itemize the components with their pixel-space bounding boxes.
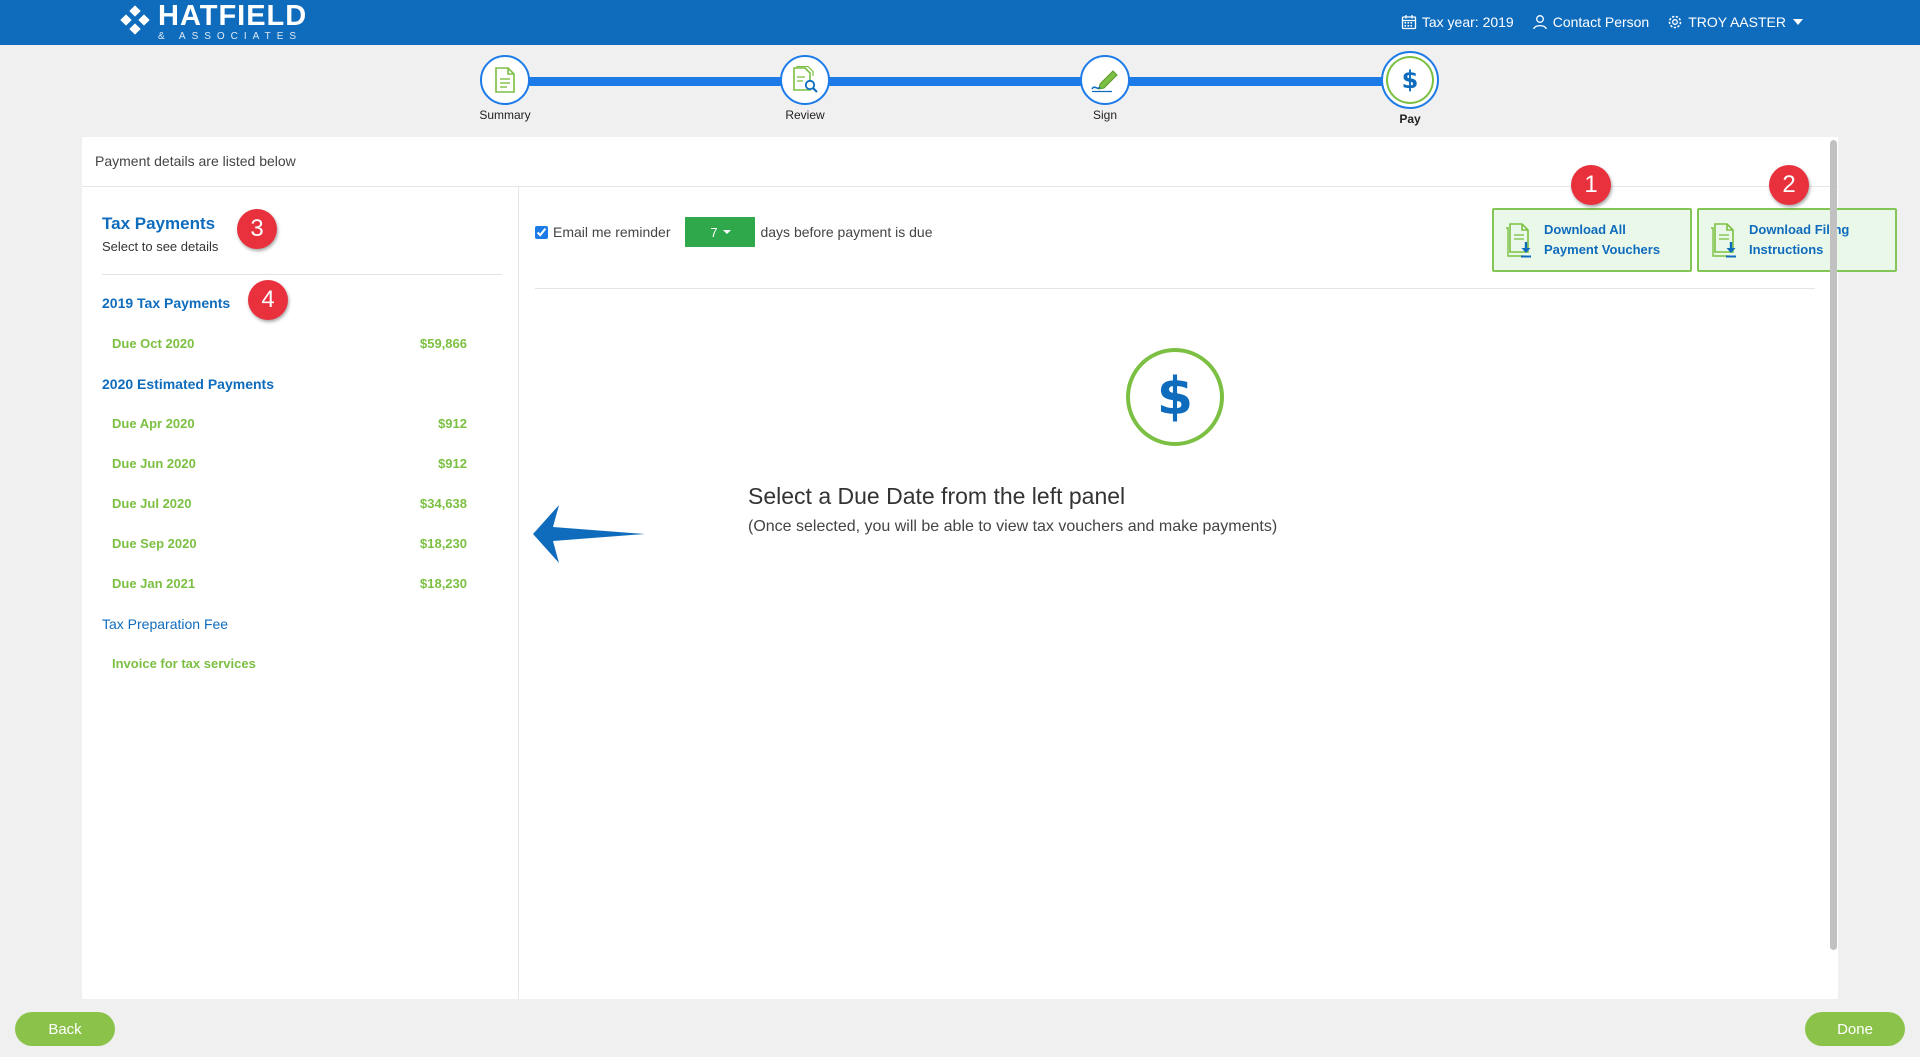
user-name: TROY AASTER [1688, 13, 1786, 30]
reminder-days-value: 7 [710, 224, 718, 240]
user-menu[interactable]: TROY AASTER [1667, 14, 1803, 30]
logo[interactable]: HATFIELD & ASSOCIATES [118, 2, 307, 42]
invoice-label: Invoice for tax services [112, 656, 256, 671]
step-review[interactable]: Review [755, 55, 855, 122]
payment-amount: $59,866 [420, 336, 467, 351]
payment-amount: $912 [438, 456, 467, 471]
gear-icon [1668, 15, 1682, 28]
payment-item-jul-2020[interactable]: Due Jul 2020 $34,638 [112, 496, 467, 511]
step-pay[interactable]: $ Pay [1360, 51, 1460, 126]
logo-subtitle: & ASSOCIATES [158, 31, 303, 42]
contact-person-label: Contact Person [1552, 13, 1650, 30]
annotation-badge-1: 1 [1571, 165, 1611, 205]
payment-due-label: Due Jun 2020 [112, 456, 196, 471]
document-download-icon [1711, 223, 1736, 258]
payment-item-jun-2020[interactable]: Due Jun 2020 $912 [112, 456, 467, 471]
group-2020-estimated-payments[interactable]: 2020 Estimated Payments [102, 376, 274, 392]
document-icon [495, 67, 515, 93]
step-label: Review [785, 108, 825, 122]
logo-title: HATFIELD [158, 0, 308, 32]
dollar-icon: $ [1401, 66, 1419, 94]
payment-due-label: Due Jan 2021 [112, 576, 196, 591]
contact-person-link[interactable]: Contact Person [1532, 13, 1650, 30]
payment-due-label: Due Oct 2020 [112, 336, 195, 351]
pen-sign-icon [1091, 70, 1118, 93]
panel-subtitle: Select to see details [102, 239, 219, 254]
vertical-scrollbar[interactable] [1830, 140, 1837, 950]
payment-detail-panel: Email me reminder 7 days before payment … [519, 165, 1897, 999]
arrow-left-icon [533, 505, 645, 563]
dollar-symbol: $ [1156, 367, 1194, 427]
group-2019-tax-payments[interactable]: 2019 Tax Payments [102, 295, 230, 311]
annotation-badge-4: 4 [248, 280, 288, 320]
tax-year-label: Tax year: 2019 [1421, 13, 1514, 30]
document-search-icon [793, 66, 818, 93]
tax-payments-panel: Tax Payments 3 Select to see details 201… [82, 187, 519, 999]
step-label: Sign [1092, 108, 1118, 122]
dollar-circle-icon: $ [1126, 348, 1224, 446]
panel-divider [102, 274, 502, 275]
download-vouchers-line1: Download All [1544, 222, 1626, 237]
payment-amount: $18,230 [420, 536, 467, 551]
top-nav: Tax year: 2019 Contact Person TROY AASTE… [1383, 0, 1803, 43]
logo-mark-icon [118, 5, 152, 39]
tax-year-selector[interactable]: Tax year: 2019 [1401, 14, 1514, 30]
toolbar-divider [535, 288, 1815, 289]
top-bar: HATFIELD & ASSOCIATES Tax year: 2019 Con… [0, 0, 1920, 45]
email-reminder-checkbox[interactable] [535, 225, 548, 239]
reminder-label: Email me reminder [553, 224, 671, 240]
download-filing-instructions-button[interactable]: Download Filing Instructions [1697, 208, 1897, 272]
caret-down-icon [722, 230, 731, 234]
payment-amount: $912 [438, 416, 467, 431]
panel-title: Tax Payments [102, 214, 216, 233]
payment-item-oct-2020[interactable]: Due Oct 2020 $59,866 [112, 336, 467, 351]
payment-due-label: Due Sep 2020 [112, 536, 197, 551]
download-vouchers-line2: Payment Vouchers [1544, 242, 1661, 257]
step-label: Pay [1399, 112, 1421, 126]
reminder-suffix: days before payment is due [760, 224, 933, 240]
payment-item-sep-2020[interactable]: Due Sep 2020 $18,230 [112, 536, 467, 551]
payment-item-jan-2021[interactable]: Due Jan 2021 $18,230 [112, 576, 467, 591]
empty-state-title: Select a Due Date from the left panel [748, 483, 1126, 509]
annotation-badge-2: 2 [1769, 165, 1809, 205]
email-reminder: Email me reminder 7 days before payment … [535, 217, 932, 247]
step-summary[interactable]: Summary [455, 55, 555, 122]
document-download-icon [1506, 223, 1531, 258]
step-sign[interactable]: Sign [1055, 55, 1155, 122]
empty-state-subtitle: (Once selected, you will be able to view… [748, 518, 1278, 535]
download-all-vouchers-button[interactable]: Download All Payment Vouchers [1492, 208, 1692, 272]
annotation-badge-3: 3 [237, 209, 277, 249]
user-icon [1532, 14, 1547, 29]
done-button[interactable]: Done [1805, 1012, 1905, 1046]
step-label: Summary [479, 108, 531, 122]
reminder-days-dropdown[interactable]: 7 [685, 217, 756, 247]
payment-card: Payment details are listed below Tax Pay… [82, 137, 1897, 999]
chevron-down-icon [1793, 18, 1803, 25]
back-button[interactable]: Back [15, 1012, 115, 1046]
payment-due-label: Due Apr 2020 [112, 416, 195, 431]
invoice-item[interactable]: Invoice for tax services [112, 656, 467, 671]
progress-stepper: Summary Review Sign $ Pay [479, 50, 1440, 130]
payment-due-label: Due Jul 2020 [112, 496, 192, 511]
payment-item-apr-2020[interactable]: Due Apr 2020 $912 [112, 416, 467, 431]
stepper-track [505, 77, 1415, 86]
payment-amount: $34,638 [420, 496, 467, 511]
payment-amount: $18,230 [420, 576, 467, 591]
group-tax-preparation-fee[interactable]: Tax Preparation Fee [102, 616, 228, 632]
calendar-icon [1401, 14, 1417, 29]
